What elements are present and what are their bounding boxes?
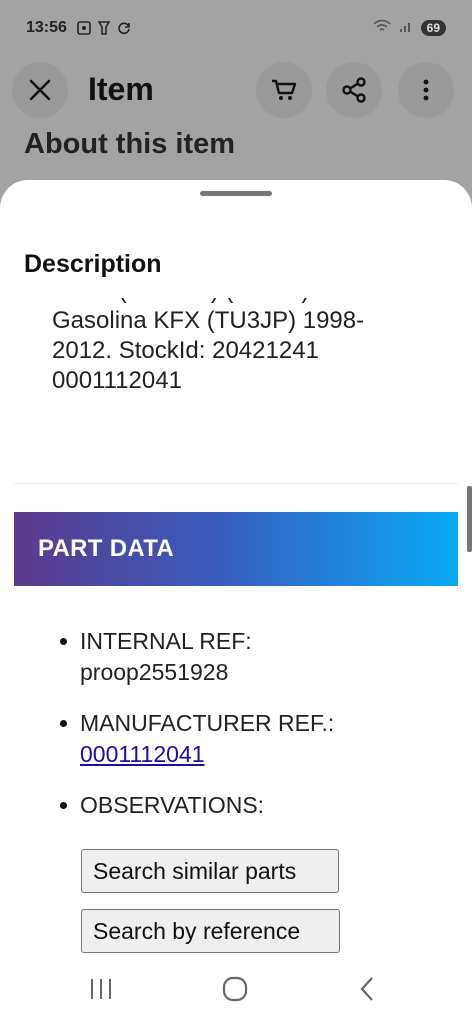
share-button[interactable] <box>326 62 382 118</box>
observations-label: OBSERVATIONS: <box>80 792 265 818</box>
list-item-manufacturer-ref: MANUFACTURER REF.: 0001112041 <box>60 708 460 770</box>
description-line: 0001112041 <box>52 367 182 394</box>
navigation-bar <box>0 955 472 1024</box>
sync-icon <box>117 21 131 35</box>
share-icon <box>342 77 366 103</box>
part-data-title: PART DATA <box>38 535 175 562</box>
internal-ref-value: proop2551928 <box>80 659 229 685</box>
cart-button[interactable] <box>256 62 312 118</box>
recent-apps-button[interactable] <box>76 969 126 1009</box>
description-line: Gasolina KFX (TU3JP) 1998- <box>52 307 365 334</box>
description-line: 75CV (1360 cc) (55 kW) <box>52 298 442 306</box>
signal-icon <box>399 19 413 38</box>
description-text: 75CV (1360 cc) (55 kW) Gasolina KFX (TU3… <box>52 298 442 396</box>
status-time: 13:56 <box>26 19 67 36</box>
cart-icon <box>272 79 297 100</box>
back-button[interactable] <box>342 969 392 1009</box>
list-item-observations: OBSERVATIONS: <box>60 790 460 821</box>
more-options-button[interactable] <box>398 62 454 118</box>
search-similar-parts-button[interactable]: Search similar parts <box>81 849 339 893</box>
notification-icons <box>77 21 131 35</box>
app-bar: Item <box>0 62 472 118</box>
search-by-reference-button[interactable]: Search by reference <box>81 909 340 953</box>
recent-apps-icon <box>91 979 111 999</box>
part-data-list: INTERNAL REF: proop2551928 MANUFACTURER … <box>60 626 460 841</box>
part-data-banner: PART DATA <box>14 512 458 586</box>
drag-handle[interactable] <box>200 191 272 196</box>
scrollbar-thumb[interactable] <box>467 486 472 552</box>
home-icon <box>222 976 248 1002</box>
about-heading: About this item <box>24 128 236 160</box>
sheet-title: Description <box>24 250 162 278</box>
internal-ref-label: INTERNAL REF: <box>80 628 252 654</box>
wifi-icon <box>373 19 391 38</box>
close-icon <box>29 79 51 101</box>
status-right: 69 <box>373 19 446 38</box>
more-vertical-icon <box>423 79 429 101</box>
screenshot-icon <box>77 21 91 35</box>
battery-indicator: 69 <box>420 20 446 36</box>
home-button[interactable] <box>210 969 260 1009</box>
status-bar: 13:56 69 <box>0 0 472 56</box>
flashlight-icon <box>97 21 111 35</box>
description-sheet: Description 75CV (1360 cc) (55 kW) Gasol… <box>0 180 472 955</box>
description-line: 2012. StockId: 20421241 <box>52 337 319 364</box>
manufacturer-ref-label: MANUFACTURER REF.: <box>80 710 335 736</box>
close-button[interactable] <box>12 62 68 118</box>
manufacturer-ref-link[interactable]: 0001112041 <box>80 741 205 767</box>
list-item-internal-ref: INTERNAL REF: proop2551928 <box>60 626 460 688</box>
page-title: Item <box>88 71 154 107</box>
description-text-area[interactable]: 75CV (1360 cc) (55 kW) Gasolina KFX (TU3… <box>14 298 458 484</box>
back-icon <box>360 977 373 1001</box>
